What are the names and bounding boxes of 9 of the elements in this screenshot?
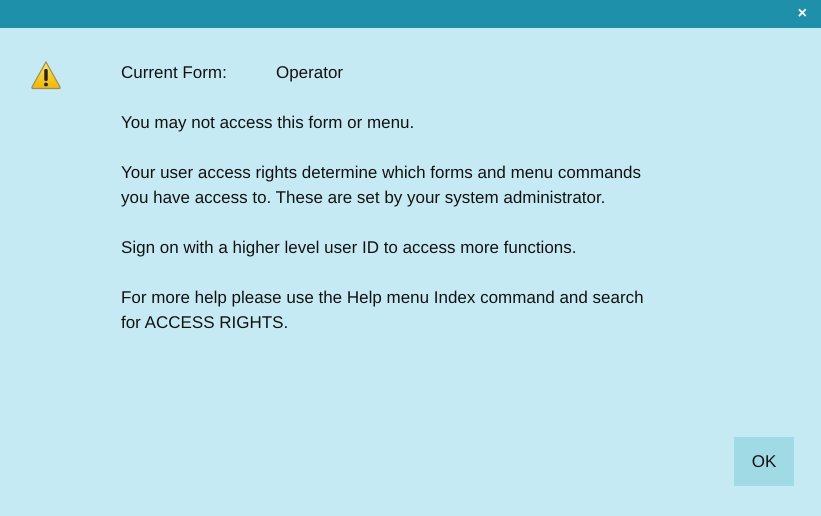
close-button[interactable]: × (784, 0, 821, 28)
message-paragraph: For more help please use the Help menu Index command and search for ACCESS RIGHTS. (121, 287, 644, 334)
warning-icon (30, 60, 62, 90)
message-paragraph: You may not access this form or menu. (121, 112, 416, 134)
ok-button[interactable]: OK (734, 437, 794, 486)
form-label: Current Form: (121, 62, 228, 84)
message-paragraph: Your user access rights determine which forms and menu commands you have access to. These are set by your system administrator. (121, 162, 642, 209)
message-paragraph: Sign on with a higher level user ID to access more functions. (121, 237, 578, 259)
form-name: Operator (276, 62, 344, 84)
